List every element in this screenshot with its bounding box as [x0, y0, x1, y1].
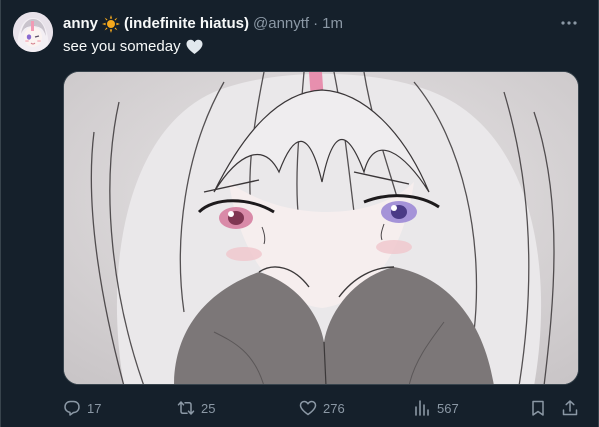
more-options-button[interactable] [558, 12, 580, 34]
bookmark-button[interactable] [529, 396, 547, 420]
views-count: 567 [437, 400, 459, 416]
tweet-actions: 17 25 276 567 [63, 396, 583, 420]
retweet-button[interactable]: 25 [177, 396, 215, 420]
retweet-count: 25 [201, 400, 216, 416]
tweet-header: anny (indefinite hiatus) @annytf · 1m [63, 14, 558, 34]
views-button[interactable]: 567 [413, 396, 459, 420]
like-button[interactable]: 276 [299, 396, 345, 420]
share-upload-icon [562, 400, 578, 416]
tweet-media-image[interactable] [63, 71, 579, 385]
like-count: 276 [323, 400, 345, 416]
bookmark-icon [532, 400, 544, 416]
sun-emoji-icon [102, 15, 121, 33]
share-button[interactable] [561, 396, 579, 420]
illustration-image [64, 72, 578, 384]
white-heart-emoji-icon [186, 39, 203, 55]
tweet-timestamp[interactable]: 1m [322, 14, 343, 34]
author-display-name[interactable]: anny [63, 14, 98, 34]
more-dots-icon [561, 21, 577, 25]
tweet-text: see you someday [63, 37, 203, 57]
retweet-arrows-icon [177, 401, 195, 415]
avatar-image [13, 12, 53, 52]
author-display-name-suffix[interactable]: (indefinite hiatus) [124, 14, 249, 34]
avatar[interactable] [13, 12, 53, 52]
tweet-text-content: see you someday [63, 38, 181, 55]
author-handle[interactable]: @annytf [253, 14, 309, 34]
reply-count: 17 [87, 400, 102, 416]
tweet-card[interactable]: anny (indefinite hiatus) @annytf · 1m se… [0, 0, 599, 427]
reply-bubble-icon [64, 400, 80, 416]
bar-chart-icon [415, 400, 429, 416]
header-separator: · [313, 15, 319, 32]
reply-button[interactable]: 17 [63, 396, 101, 420]
heart-outline-icon [299, 400, 317, 416]
